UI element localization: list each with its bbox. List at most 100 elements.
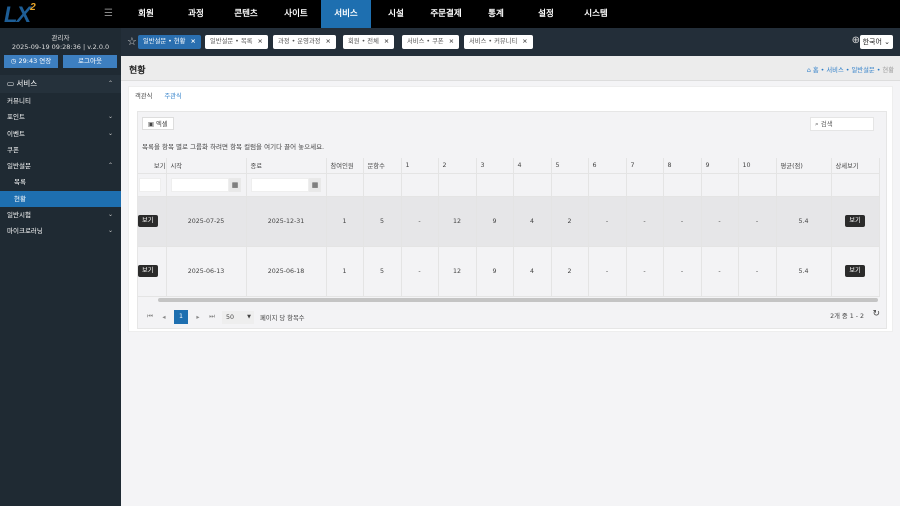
- sidebar-item-label: 쿠폰: [7, 145, 19, 154]
- sidebar-item-label: 현황: [14, 194, 26, 203]
- close-icon[interactable]: ×: [190, 38, 195, 45]
- column-header[interactable]: 2: [438, 158, 477, 174]
- column-header[interactable]: 7: [626, 158, 664, 174]
- column-header[interactable]: 1: [401, 158, 439, 174]
- first-page-button[interactable]: ⏮: [146, 313, 154, 321]
- sidebar-item-6[interactable]: 현황: [0, 190, 121, 208]
- nav-item-9[interactable]: 시스템: [571, 0, 621, 28]
- login-datetime: 2025-09-19 09:28:36: [11, 43, 81, 51]
- calendar-icon[interactable]: ▦: [309, 177, 321, 192]
- open-tab-3[interactable]: 회원 • 전체 ×: [343, 35, 395, 49]
- sidebar-item-4[interactable]: 일반설문 ⌃: [0, 158, 121, 175]
- logo[interactable]: LX2: [4, 2, 36, 28]
- language-select[interactable]: 한국어 ⌄: [859, 35, 893, 49]
- group-hint: 목록을 항목 별로 그룹화 하려면 항목 컬럼을 여기다 끌어 놓으세요.: [142, 143, 325, 151]
- column-header[interactable]: 상세보기: [831, 158, 880, 174]
- nav-item-8[interactable]: 설정: [521, 0, 571, 28]
- sidebar-item-8[interactable]: 마이크로러닝 ⌄: [0, 223, 121, 240]
- close-icon[interactable]: ×: [257, 38, 262, 45]
- view-button[interactable]: 보기: [138, 215, 158, 227]
- last-page-button[interactable]: ⏭: [208, 313, 216, 321]
- horizontal-scrollbar[interactable]: [158, 298, 878, 302]
- breadcrumb-service[interactable]: 서비스: [826, 67, 843, 74]
- nav-item-2[interactable]: 콘텐츠: [221, 0, 271, 28]
- nav-item-4[interactable]: 서비스: [321, 0, 371, 28]
- tab-label: 서비스 • 커뮤니티: [469, 38, 518, 45]
- excel-export-button[interactable]: ▣ 엑셀: [142, 117, 174, 130]
- open-tab-2[interactable]: 과정 • 운영과정 ×: [273, 35, 336, 49]
- table-row[interactable]: 보기 2025-07-25 2025-12-31 1 5-12 9 4 2- - - - -5.4 보기: [138, 196, 880, 247]
- view-button[interactable]: 보기: [845, 215, 865, 227]
- version: v.2.0.0: [87, 43, 110, 51]
- column-header[interactable]: 5: [551, 158, 589, 174]
- column-header[interactable]: 9: [701, 158, 739, 174]
- date-filter-input[interactable]: [251, 177, 309, 192]
- close-icon[interactable]: ×: [449, 38, 454, 45]
- column-header[interactable]: 시작: [166, 158, 247, 174]
- logout-button[interactable]: 로그아웃: [63, 55, 117, 68]
- column-header[interactable]: 8: [663, 158, 702, 174]
- open-tab-1[interactable]: 일반설문 • 목록 ×: [205, 35, 268, 49]
- extend-session-button[interactable]: ◷ 29:43 연장: [4, 55, 58, 68]
- table-cell: 2025-06-13: [166, 246, 247, 297]
- open-tab-0[interactable]: 일반설문 • 현황 ×: [138, 35, 201, 49]
- sidebar-item-7[interactable]: 일반시험 ⌄: [0, 207, 121, 224]
- chevron-icon: ⌃: [107, 162, 113, 170]
- table-cell: 1: [326, 246, 364, 297]
- column-header[interactable]: 4: [513, 158, 552, 174]
- prev-page-button[interactable]: ◂: [160, 314, 168, 321]
- filter-input[interactable]: [138, 177, 161, 192]
- column-header[interactable]: 6: [588, 158, 627, 174]
- breadcrumb-survey[interactable]: 일반설문: [852, 67, 875, 74]
- table-cell: 2025-06-18: [246, 246, 327, 297]
- open-tab-4[interactable]: 서비스 • 쿠폰 ×: [402, 35, 459, 49]
- table-cell: 5.4: [776, 196, 832, 247]
- page-size-select[interactable]: 50 ▼: [222, 310, 254, 324]
- nav-item-1[interactable]: 과정: [171, 0, 221, 28]
- sidebar-item-5[interactable]: 목록: [0, 174, 121, 191]
- search-input[interactable]: ⌕ 검색: [810, 117, 874, 131]
- sidebar-item-0[interactable]: 커뮤니티: [0, 93, 121, 110]
- sidebar-item-1[interactable]: 포인트 ⌄: [0, 109, 121, 126]
- page-1-button[interactable]: 1: [174, 310, 188, 324]
- table-cell: 2025-07-25: [166, 196, 247, 247]
- table-cell: 9: [476, 246, 514, 297]
- sidebar-item-label: 커뮤니티: [7, 97, 31, 105]
- sidebar-item-2[interactable]: 이벤트 ⌄: [0, 125, 121, 142]
- sidebar-section-service[interactable]: ▭ 서비스 ⌃: [0, 75, 121, 93]
- user-info: 관리자 2025-09-19 09:28:36 | v.2.0.0: [0, 28, 121, 52]
- view-button[interactable]: 보기: [138, 265, 158, 277]
- sidebar-item-3[interactable]: 쿠폰: [0, 141, 121, 159]
- column-header[interactable]: 종료: [246, 158, 327, 174]
- close-icon[interactable]: ×: [325, 38, 330, 45]
- nav-item-6[interactable]: 주문결제: [421, 0, 471, 28]
- menu-toggle-icon[interactable]: ☰: [104, 8, 113, 19]
- table-cell: -: [701, 246, 739, 297]
- column-header[interactable]: 문항수: [363, 158, 402, 174]
- tab-label: 일반설문 • 현황: [143, 38, 186, 45]
- column-header[interactable]: 보기: [138, 158, 167, 174]
- nav-item-0[interactable]: 회원: [121, 0, 171, 28]
- calendar-icon[interactable]: ▦: [229, 177, 241, 192]
- refresh-icon[interactable]: ↻: [872, 309, 880, 319]
- content-panel: 객관식 주관식 ▣ 엑셀 ⌕ 검색 목록을 항목 별로 그룹화 하려면 항목 컬…: [128, 86, 893, 332]
- close-icon[interactable]: ×: [522, 38, 527, 45]
- column-header[interactable]: 평균(점): [776, 158, 832, 174]
- tab-objective[interactable]: 객관식: [135, 91, 152, 100]
- nav-item-5[interactable]: 시설: [371, 0, 421, 28]
- close-icon[interactable]: ×: [384, 38, 389, 45]
- nav-item-3[interactable]: 사이트: [271, 0, 321, 28]
- breadcrumb-home[interactable]: 홈: [813, 67, 819, 74]
- tab-subjective[interactable]: 주관식: [164, 91, 181, 100]
- date-filter-input[interactable]: [171, 177, 229, 192]
- column-header[interactable]: 3: [476, 158, 514, 174]
- open-tab-5[interactable]: 서비스 • 커뮤니티 ×: [464, 35, 533, 49]
- favorite-star-icon[interactable]: ☆: [127, 35, 137, 48]
- nav-item-7[interactable]: 통계: [471, 0, 521, 28]
- table-cell: -: [626, 196, 664, 247]
- table-row[interactable]: 보기 2025-06-13 2025-06-18 1 5-12 9 4 2- - - - -5.4 보기: [138, 246, 880, 297]
- next-page-button[interactable]: ▸: [194, 314, 202, 321]
- column-header[interactable]: 참여인원: [326, 158, 364, 174]
- view-button[interactable]: 보기: [845, 265, 865, 277]
- column-header[interactable]: 10: [738, 158, 777, 174]
